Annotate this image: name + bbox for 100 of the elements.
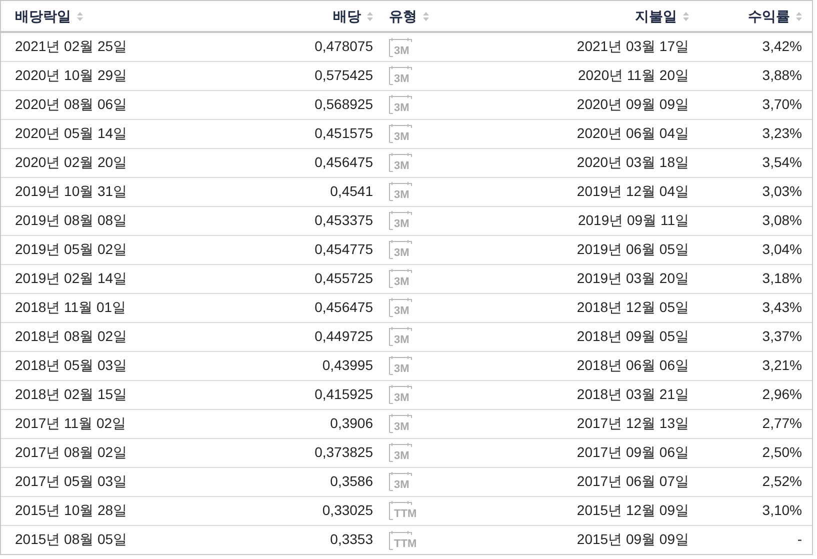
- dividend-cell: 0,3906: [330, 415, 373, 431]
- pay-date-cell: 2015년 09월 09일: [576, 531, 689, 548]
- pay-date-cell: 2020년 09월 09일: [576, 96, 689, 112]
- dividend-cell: 0,456475: [314, 154, 373, 170]
- pay-date-cell: 2019년 06월 05일: [576, 241, 689, 257]
- sort-icon: [367, 12, 373, 22]
- yield-cell: 3,23%: [762, 125, 802, 141]
- ex-date-cell: 2019년 08월 08일: [15, 212, 128, 228]
- type-label: TTM: [394, 508, 417, 520]
- pay-date-cell: 2015년 12월 09일: [576, 502, 689, 518]
- type-label: 3M: [394, 218, 410, 230]
- dividend-cell: 0,454775: [314, 241, 373, 257]
- dividend-cell: 0,455725: [314, 270, 373, 286]
- dividend-cell: 0,415925: [314, 386, 373, 402]
- yield-cell: 3,88%: [762, 67, 802, 83]
- ex-date-cell: 2019년 02월 14일: [15, 270, 128, 286]
- ex-date-cell: 2018년 11월 01일: [15, 299, 126, 315]
- dividend-cell: 0,373825: [314, 444, 373, 460]
- pay-date-cell: 2018년 09월 05일: [576, 328, 689, 344]
- yield-cell: 2,77%: [762, 415, 802, 431]
- yield-cell: 3,42%: [762, 38, 802, 54]
- type-label: 3M: [394, 305, 410, 318]
- ex-date-cell: 2018년 08월 02일: [15, 328, 128, 344]
- pay-date-cell: 2017년 12월 13일: [576, 415, 689, 431]
- type-label: 3M: [394, 189, 410, 202]
- type-label: 3M: [394, 392, 410, 404]
- type-label: 3M: [394, 334, 410, 346]
- calendar-icon: [389, 152, 413, 172]
- pay-date-cell: 2020년 11월 20일: [578, 67, 689, 83]
- calendar-icon: [389, 94, 413, 114]
- pay-date-cell: 2017년 09월 06일: [576, 444, 689, 460]
- dividend-cell: 0,4541: [330, 183, 373, 199]
- ex-date-cell: 2021년 02월 25일: [15, 38, 128, 54]
- ex-date-cell: 2020년 05월 14일: [15, 125, 128, 141]
- yield-cell: 3,18%: [762, 270, 802, 286]
- type-label: 3M: [394, 276, 410, 288]
- yield-cell: 3,43%: [762, 299, 802, 315]
- ex-date-cell: 2020년 10월 29일: [15, 67, 128, 83]
- type-label: 3M: [394, 363, 410, 376]
- yield-cell: 3,70%: [762, 96, 802, 112]
- calendar-icon: [389, 210, 413, 230]
- pay-date-cell: 2019년 03월 20일: [576, 270, 689, 286]
- dividend-cell: 0,453375: [314, 212, 373, 228]
- sort-icon: [423, 12, 429, 22]
- sort-icon: [683, 12, 689, 22]
- column-header[interactable]: 배당: [333, 8, 361, 24]
- calendar-icon: [389, 442, 413, 462]
- yield-cell: 3,10%: [762, 502, 802, 518]
- yield-cell: 3,03%: [762, 183, 802, 199]
- yield-cell: 3,04%: [762, 241, 802, 257]
- type-label: 3M: [394, 479, 410, 492]
- calendar-icon: [389, 355, 413, 376]
- ex-date-cell: 2019년 05월 02일: [15, 241, 128, 257]
- ex-date-cell: 2017년 08월 02일: [15, 444, 128, 460]
- pay-date-cell: 2018년 12월 05일: [576, 299, 689, 315]
- dividend-cell: 0,449725: [314, 328, 373, 344]
- dividend-cell: 0,451575: [314, 125, 373, 141]
- calendar-icon: [389, 326, 413, 346]
- type-label: 3M: [394, 102, 410, 114]
- dividend-cell: 0,33025: [322, 502, 373, 518]
- pay-date-cell: 2021년 03월 17일: [576, 38, 689, 54]
- pay-date-cell: 2018년 03월 21일: [576, 386, 689, 402]
- ex-date-cell: 2017년 05월 03일: [15, 473, 128, 489]
- dividend-cell: 0,478075: [314, 38, 373, 54]
- dividend-cell: 0,575425: [314, 67, 373, 83]
- column-header[interactable]: 유형: [389, 8, 417, 24]
- ex-date-cell: 2015년 08월 05일: [15, 531, 128, 548]
- dividend-cell: 0,3353: [330, 531, 373, 548]
- type-label: 3M: [394, 160, 410, 172]
- pay-date-cell: 2019년 09월 11일: [578, 212, 689, 228]
- calendar-icon: [389, 181, 413, 202]
- pay-date-cell: 2019년 12월 04일: [576, 183, 689, 199]
- dividend-cell: 0,43995: [322, 357, 373, 373]
- column-header[interactable]: 지불일: [635, 8, 677, 24]
- type-label: 3M: [394, 44, 410, 57]
- type-label: 3M: [394, 450, 410, 462]
- dividend-cell: 0,568925: [314, 96, 373, 112]
- ex-date-cell: 2015년 10월 28일: [15, 502, 128, 518]
- yield-cell: 3,54%: [762, 154, 802, 170]
- column-header[interactable]: 배당락일: [15, 8, 71, 24]
- ex-date-cell: 2019년 10월 31일: [15, 183, 128, 199]
- yield-cell: 3,37%: [762, 328, 802, 344]
- yield-cell: 3,08%: [762, 212, 802, 228]
- ex-date-cell: 2020년 08월 06일: [15, 96, 128, 112]
- column-header[interactable]: 수익률: [748, 8, 790, 24]
- calendar-icon: [389, 36, 413, 57]
- sort-icon: [796, 12, 802, 22]
- pay-date-cell: 2020년 03월 18일: [576, 154, 689, 170]
- yield-cell: 2,52%: [762, 473, 802, 489]
- yield-cell: 3,21%: [762, 357, 802, 373]
- pay-date-cell: 2020년 06월 04일: [576, 125, 689, 141]
- calendar-icon: [389, 123, 413, 144]
- calendar-icon: [389, 471, 413, 492]
- type-label: 3M: [394, 247, 410, 260]
- calendar-icon: [389, 239, 413, 260]
- calendar-icon: [389, 413, 413, 434]
- pay-date-cell: 2018년 06월 06일: [576, 357, 689, 373]
- type-label: 3M: [394, 421, 410, 434]
- ex-date-cell: 2018년 05월 03일: [15, 357, 128, 373]
- ex-date-cell: 2017년 11월 02일: [15, 415, 126, 431]
